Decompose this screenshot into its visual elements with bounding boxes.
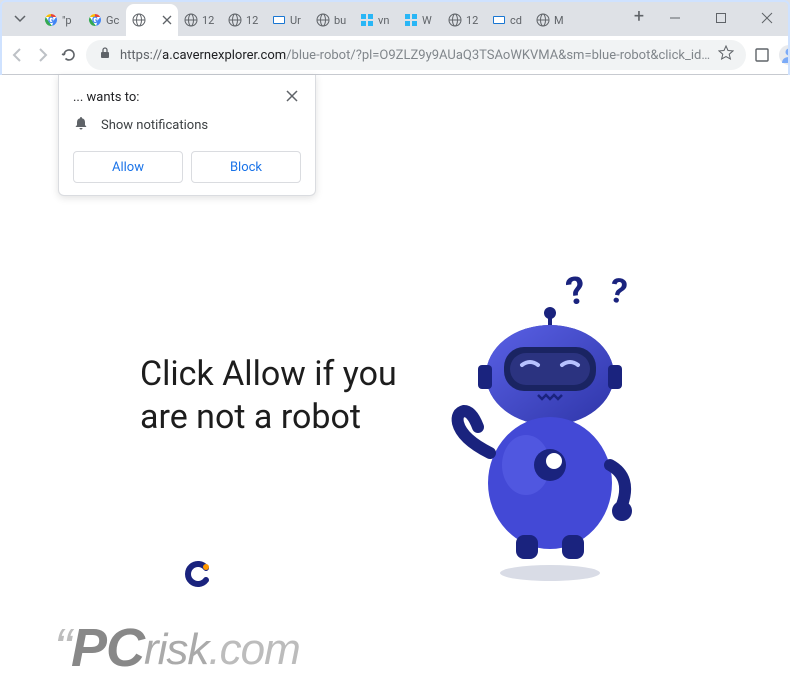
bookmark-star-icon[interactable] xyxy=(718,45,734,65)
url-protocol: https:// xyxy=(120,48,162,63)
tab[interactable]: 12 xyxy=(178,4,222,36)
tab-favicon-icon: G xyxy=(44,13,58,27)
page-content: ... wants to: Show notifications Allow B… xyxy=(0,75,790,699)
window-controls xyxy=(652,0,790,36)
robot-mascot-image: ? ? xyxy=(420,265,680,585)
profile-avatar[interactable] xyxy=(778,41,790,69)
back-button[interactable] xyxy=(8,41,26,69)
tab-favicon-icon xyxy=(184,13,198,27)
allow-button[interactable]: Allow xyxy=(73,151,183,183)
tab-label: 12 xyxy=(246,14,258,27)
tab-strip: G "p G Gc 12 12 Ur bu vn W 12 cd M xyxy=(38,0,622,36)
tab-favicon-icon xyxy=(132,13,146,27)
tab-favicon-icon: G xyxy=(88,13,102,27)
permission-title: ... wants to: xyxy=(73,90,139,105)
notification-permission-dialog: ... wants to: Show notifications Allow B… xyxy=(58,75,316,196)
tab-label: 12 xyxy=(202,14,214,27)
tab-favicon-icon xyxy=(492,13,506,27)
svg-text:G: G xyxy=(48,16,54,26)
tab-label: "p xyxy=(62,14,72,27)
tab-label: cd xyxy=(510,14,522,27)
address-bar[interactable]: https://a.cavernexplorer.com/blue-robot/… xyxy=(86,40,746,70)
block-button[interactable]: Block xyxy=(191,151,301,183)
tab-favicon-icon xyxy=(448,13,462,27)
tab-label: Ur xyxy=(290,14,301,27)
tab-label: bu xyxy=(334,14,346,27)
tab[interactable] xyxy=(126,4,178,36)
headline-text: Click Allow if you are not a robot xyxy=(140,353,410,438)
tab[interactable]: G Gc xyxy=(82,4,126,36)
new-tab-button[interactable]: + xyxy=(626,4,652,30)
lock-icon xyxy=(98,46,112,64)
tab-label: M xyxy=(554,14,564,27)
tab[interactable]: cd xyxy=(486,4,530,36)
tab-favicon-icon xyxy=(536,13,550,27)
close-icon[interactable] xyxy=(285,89,301,105)
close-icon[interactable] xyxy=(162,14,174,26)
svg-text:G: G xyxy=(92,16,98,26)
tab-favicon-icon xyxy=(228,13,242,27)
tab[interactable]: bu xyxy=(310,4,354,36)
tab-label: Gc xyxy=(106,14,119,27)
toolbar: https://a.cavernexplorer.com/blue-robot/… xyxy=(0,36,790,74)
reload-button[interactable] xyxy=(60,41,78,69)
minimize-button[interactable] xyxy=(652,0,698,36)
extensions-icon[interactable] xyxy=(754,41,770,69)
title-bar: G "p G Gc 12 12 Ur bu vn W 12 cd M + xyxy=(0,0,790,36)
tab[interactable]: W xyxy=(398,4,442,36)
url-host: a.cavernexplorer.com xyxy=(162,48,286,63)
tab-favicon-icon xyxy=(316,13,330,27)
permission-item-label: Show notifications xyxy=(101,118,208,133)
tab-label: W xyxy=(422,14,432,27)
watermark-com: .com xyxy=(208,625,299,674)
watermark-risk: risk xyxy=(144,625,208,674)
tab[interactable]: M xyxy=(530,4,574,36)
url-path: /blue-robot/?pl=O9ZLZ9y9AUaQ3TSAoWKVMA&s… xyxy=(286,48,710,63)
svg-text:?: ? xyxy=(563,269,588,315)
forward-button[interactable] xyxy=(34,41,52,69)
tab-search-dropdown[interactable] xyxy=(8,6,32,30)
tab[interactable]: G "p xyxy=(38,4,82,36)
bell-icon xyxy=(73,115,89,135)
tab-label: vn xyxy=(378,14,389,27)
tab[interactable]: vn xyxy=(354,4,398,36)
browser-chrome: G "p G Gc 12 12 Ur bu vn W 12 cd M + xyxy=(0,0,790,75)
svg-text:?: ? xyxy=(606,270,630,312)
watermark: “PCrisk.com xyxy=(54,617,300,679)
url-text: https://a.cavernexplorer.com/blue-robot/… xyxy=(120,48,710,63)
tab[interactable]: Ur xyxy=(266,4,310,36)
tab[interactable]: 12 xyxy=(222,4,266,36)
watermark-pc: PC xyxy=(71,618,144,678)
tab[interactable]: 12 xyxy=(442,4,486,36)
tab-favicon-icon xyxy=(360,13,374,27)
site-logo-icon xyxy=(184,560,212,588)
maximize-button[interactable] xyxy=(698,0,744,36)
tab-label: 12 xyxy=(466,14,478,27)
close-window-button[interactable] xyxy=(744,0,790,36)
tab-favicon-icon xyxy=(272,13,286,27)
tab-favicon-icon xyxy=(404,13,418,27)
